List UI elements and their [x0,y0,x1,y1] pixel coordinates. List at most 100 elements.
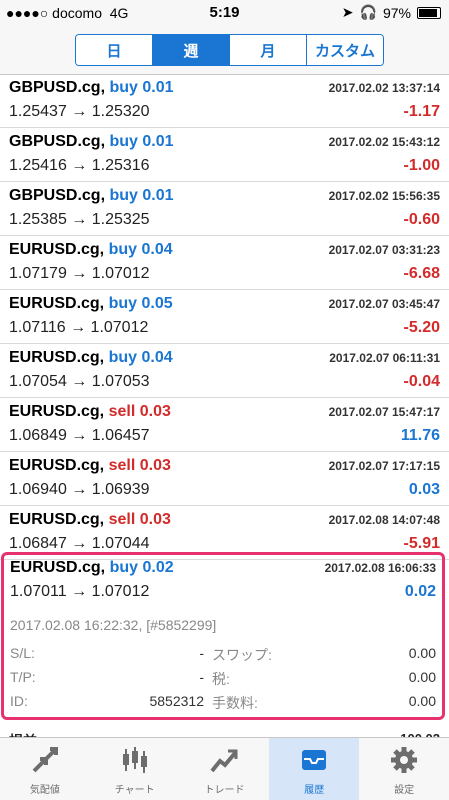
deal-row[interactable]: EURUSD.cg, sell 0.03 2017.02.07 17:17:15 1… [0,451,449,506]
tab-chart-label: チャート [114,785,155,796]
deal-row[interactable]: EURUSD.cg, buy 0.04 2017.02.07 03:31:23 1.… [0,235,449,290]
deal-date: 2017.02.02 15:56:35 [328,189,440,203]
deal-date: 2017.02.07 03:31:23 [328,243,440,257]
deal-prices: 1.07179 → 1.07012 [9,265,150,282]
detail-side-lots: buy 0.02 [109,559,174,576]
deal-symbol: GBPUSD.cg, buy 0.01 [9,187,174,204]
status-right: ➤ 🎧 97% [342,4,441,21]
quotes-arrows-icon [32,747,58,773]
deal-row[interactable]: GBPUSD.cg, buy 0.01 2017.02.02 15:43:12 1.… [0,127,449,182]
deal-symbol: EURUSD.cg, buy 0.04 [9,349,173,366]
deal-date: 2017.02.02 13:37:14 [328,81,440,95]
deal-prices: 1.25437 → 1.25320 [9,103,150,120]
deal-row[interactable]: EURUSD.cg, buy 0.05 2017.02.07 03:45:47 1.… [0,289,449,344]
deal-symbol: GBPUSD.cg, buy 0.01 [9,133,174,150]
segment-week[interactable]: 週 [152,35,229,65]
detail-prices: 1.07011 → 1.07012 [10,583,150,600]
detail-open-info: 2017.02.08 16:22:32, [#5852299] [10,617,217,633]
tab-quotes[interactable]: 気配値 [0,738,90,800]
deal-side-lots: buy 0.01 [109,133,174,150]
sl-value: - [199,645,204,661]
sl-label: S/L: [10,645,35,661]
deal-date: 2017.02.07 15:47:17 [328,405,440,419]
tab-trade-label: トレード [204,785,245,796]
deal-side-lots: buy 0.04 [108,349,173,366]
deal-side-lots: buy 0.01 [109,187,174,204]
gear-icon [391,747,418,773]
id-label: ID: [10,693,28,709]
period-segmented-control: 日 週 月 カスタム [75,34,384,66]
deal-side-lots: buy 0.05 [108,295,173,312]
deal-date: 2017.02.08 14:07:48 [328,513,440,527]
detail-profit: 0.02 [404,583,436,600]
deal-side-lots: buy 0.01 [109,79,174,96]
deal-symbol: GBPUSD.cg, buy 0.01 [9,79,174,96]
deal-symbol: EURUSD.cg, sell 0.03 [9,511,171,528]
tab-quotes-label: 気配値 [29,785,60,796]
fee-label: 手数料: [212,695,258,711]
deal-prices: 1.25416 → 1.25316 [9,157,150,174]
tax-value: 0.00 [408,669,436,685]
deal-symbol: EURUSD.cg, sell 0.03 [9,403,171,420]
segment-month[interactable]: 月 [229,35,306,65]
trade-trend-icon [210,749,238,773]
deal-prices: 1.06849 → 1.06457 [9,427,150,444]
deal-profit: -0.60 [403,211,440,228]
deal-profit: 0.03 [408,481,440,498]
battery-percent: 97% [382,4,411,21]
tab-settings-label: 設定 [394,785,415,796]
tax-label: 税: [212,671,230,687]
tab-settings[interactable]: 設定 [359,738,449,800]
period-header: 日 週 月 カスタム [0,26,449,75]
detail-date: 2017.02.08 16:06:33 [324,561,436,575]
deal-prices: 1.07116 → 1.07012 [9,319,149,336]
deal-row[interactable]: EURUSD.cg, buy 0.04 2017.02.07 06:11:31 1.… [0,343,449,398]
deal-symbol: EURUSD.cg, sell 0.03 [9,457,171,474]
history-tray-icon [302,750,327,770]
deal-profit: -0.04 [403,373,440,390]
swap-value: 0.00 [408,645,436,661]
headphones-icon: 🎧 [359,4,377,20]
deal-prices: 1.06847 → 1.07044 [9,535,150,552]
deal-date: 2017.02.07 06:11:31 [329,351,440,365]
deal-date: 2017.02.02 15:43:12 [328,135,440,149]
deal-side-lots: sell 0.03 [108,511,171,528]
deal-prices: 1.25385 → 1.25325 [9,211,150,228]
deal-row[interactable]: GBPUSD.cg, buy 0.01 2017.02.02 15:56:35 1.… [0,181,449,236]
swap-label: スワップ: [212,647,272,663]
deal-profit: -5.20 [403,319,440,336]
deal-profit: -5.91 [403,535,440,552]
location-icon: ➤ [341,4,354,20]
tab-trade[interactable]: トレード [180,738,270,800]
deal-symbol: EURUSD.cg, buy 0.05 [9,295,173,312]
deal-side-lots: sell 0.03 [108,457,171,474]
status-bar: ●●●●○ docomo 4G 5:19 ➤ 🎧 97% [0,0,449,26]
deal-side-lots: sell 0.03 [108,403,171,420]
deal-profit: -1.00 [403,157,440,174]
deal-profit: 11.76 [400,427,440,444]
tp-value: - [199,669,204,685]
id-value: 5852312 [149,693,204,709]
candlestick-chart-icon [122,747,147,773]
segment-day[interactable]: 日 [76,35,152,65]
tp-label: T/P: [10,669,36,685]
deal-date: 2017.02.07 17:17:15 [328,459,440,473]
deal-symbol: EURUSD.cg, buy 0.04 [9,241,173,258]
deal-profit: -6.68 [403,265,440,282]
deal-row[interactable]: GBPUSD.cg, buy 0.01 2017.02.02 13:37:14 1.… [0,75,449,128]
tab-bar: 気配値 チャート トレード 履歴 設定 [0,737,449,800]
expanded-deal-detail[interactable]: EURUSD.cg, buy 0.02 2017.02.08 16:06:33 … [1,552,445,720]
tab-chart[interactable]: チャート [90,738,180,800]
deal-profit: -1.17 [403,103,440,120]
tab-history[interactable]: 履歴 [269,738,360,800]
deal-date: 2017.02.07 03:45:47 [328,297,440,311]
battery-icon [417,6,441,19]
fee-value: 0.00 [408,693,436,709]
deal-row[interactable]: EURUSD.cg, sell 0.03 2017.02.07 15:47:17 1… [0,397,449,452]
segment-custom[interactable]: カスタム [306,35,383,65]
deal-prices: 1.07054 → 1.07053 [9,373,150,390]
tab-history-label: 履歴 [304,785,325,796]
detail-symbol: EURUSD.cg, buy 0.02 [10,559,174,576]
deal-side-lots: buy 0.04 [108,241,173,258]
deal-prices: 1.06940 → 1.06939 [9,481,150,498]
